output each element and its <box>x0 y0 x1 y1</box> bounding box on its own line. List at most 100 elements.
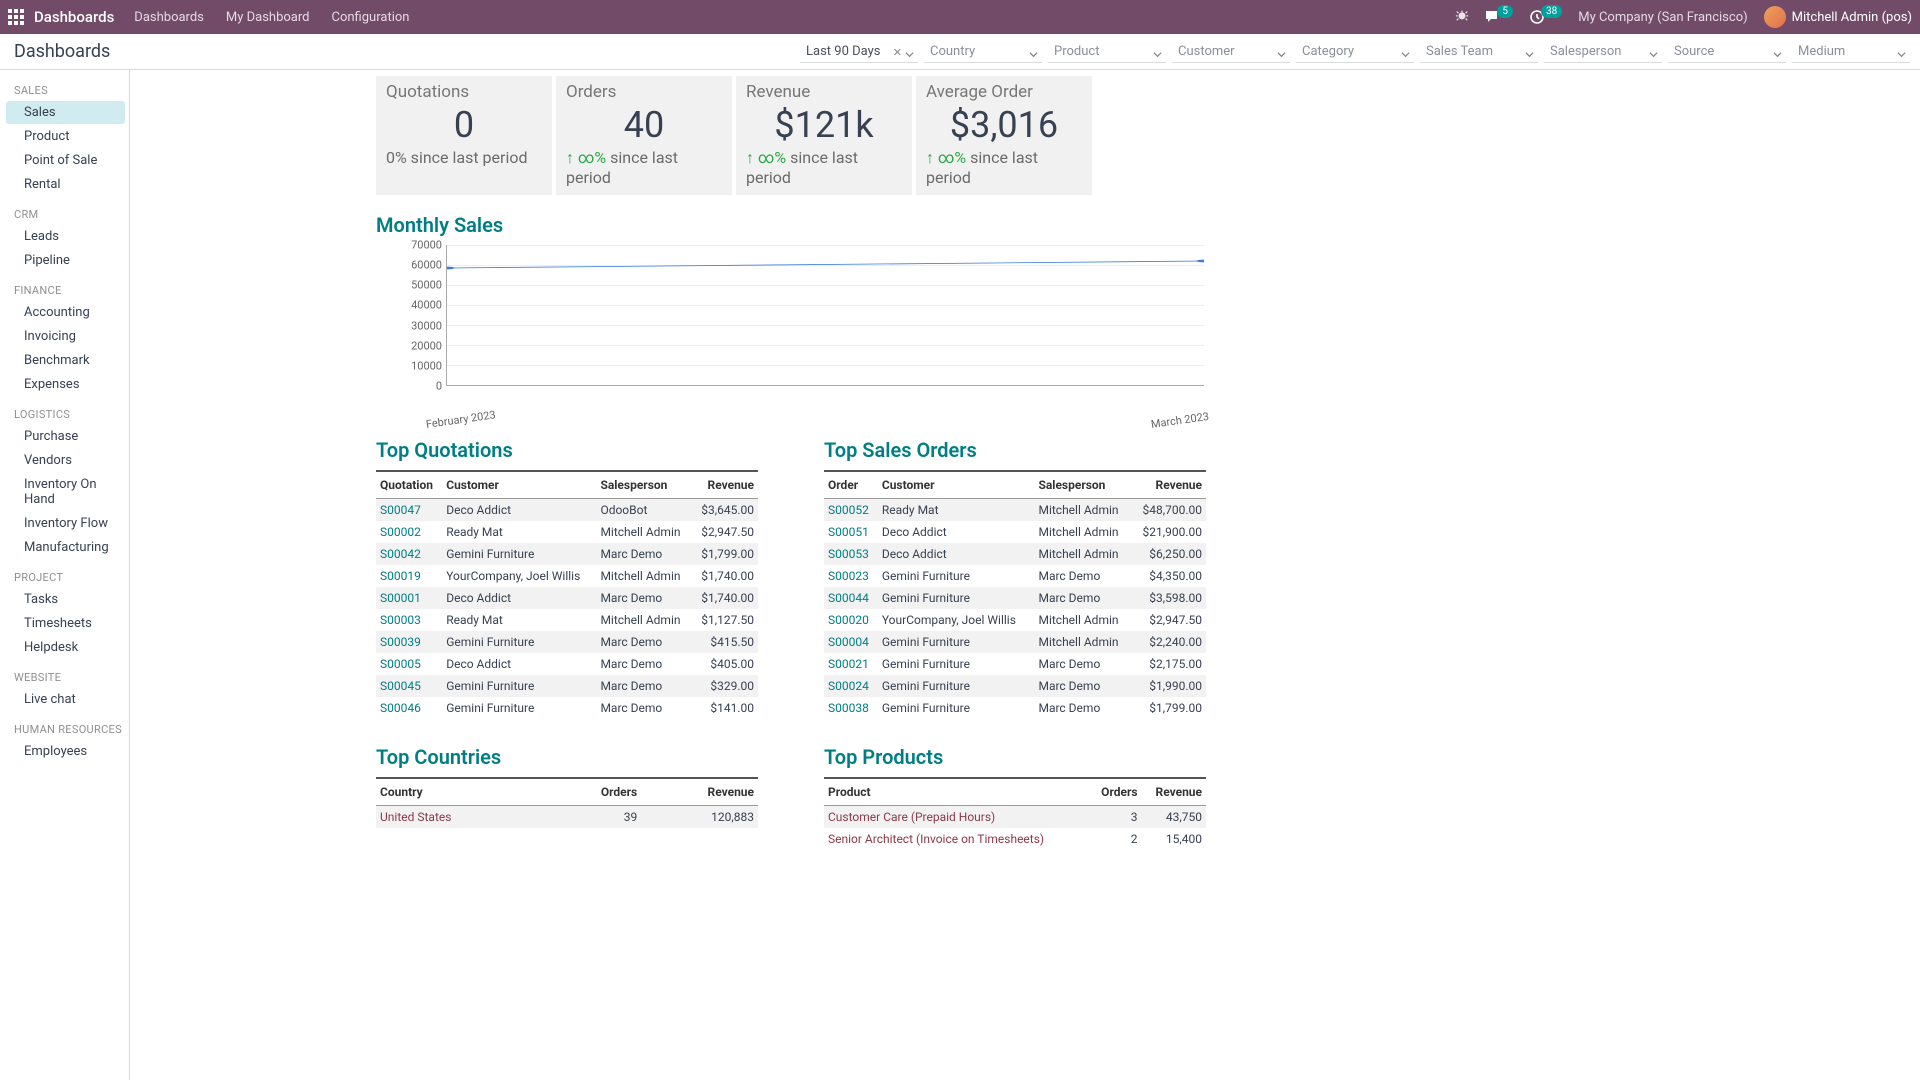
sidebar-item-timesheets[interactable]: Timesheets <box>6 612 125 635</box>
sidebar-item-point-of-sale[interactable]: Point of Sale <box>6 149 125 172</box>
filter-salesperson[interactable]: Salesperson <box>1544 41 1662 63</box>
table-row: S00023Gemini FurnitureMarc Demo$4,350.00 <box>824 565 1206 587</box>
table-header: Revenue <box>692 471 758 499</box>
sidebar-item-sales[interactable]: Sales <box>6 101 125 124</box>
table-row: S00038Gemini FurnitureMarc Demo$1,799.00 <box>824 697 1206 719</box>
record-link[interactable]: S00044 <box>828 591 869 605</box>
sidebar-item-inventory-flow[interactable]: Inventory Flow <box>6 512 125 535</box>
sidebar-item-inventory-on-hand[interactable]: Inventory On Hand <box>6 473 125 511</box>
section-title-top-countries: Top Countries <box>376 745 758 769</box>
record-link[interactable]: S00020 <box>828 613 869 627</box>
record-link[interactable]: S00042 <box>380 547 421 561</box>
nav-my-dashboard[interactable]: My Dashboard <box>226 10 310 25</box>
table-row: S00044Gemini FurnitureMarc Demo$3,598.00 <box>824 587 1206 609</box>
sidebar-item-purchase[interactable]: Purchase <box>6 425 125 448</box>
filter-product[interactable]: Product <box>1048 41 1166 63</box>
avatar <box>1764 6 1786 28</box>
sidebar-group-finance: FINANCE <box>14 284 125 297</box>
filter-customer[interactable]: Customer <box>1172 41 1290 63</box>
sidebar-item-benchmark[interactable]: Benchmark <box>6 349 125 372</box>
table-row: S00019YourCompany, Joel WillisMitchell A… <box>376 565 758 587</box>
section-title-monthly-sales: Monthly Sales <box>376 213 1206 237</box>
sidebar-item-expenses[interactable]: Expenses <box>6 373 125 396</box>
page-title: Dashboards <box>10 41 110 62</box>
record-link[interactable]: S00004 <box>828 635 869 649</box>
filter-sales-team[interactable]: Sales Team <box>1420 41 1538 63</box>
kpi-orders: Orders 40 ↑ ∞% since last period <box>556 76 732 195</box>
sidebar-item-helpdesk[interactable]: Helpdesk <box>6 636 125 659</box>
messages-icon[interactable]: 5 <box>1485 10 1513 24</box>
chevron-down-icon <box>1773 48 1782 63</box>
record-link[interactable]: S00019 <box>380 569 421 583</box>
sidebar-item-accounting[interactable]: Accounting <box>6 301 125 324</box>
nav-dashboards[interactable]: Dashboards <box>134 10 204 25</box>
record-link[interactable]: S00051 <box>828 525 869 539</box>
record-link[interactable]: S00024 <box>828 679 869 693</box>
filter-country[interactable]: Country <box>924 41 1042 63</box>
record-link[interactable]: S00021 <box>828 657 869 671</box>
filter-source[interactable]: Source <box>1668 41 1786 63</box>
table-row: S00001Deco AddictMarc Demo$1,740.00 <box>376 587 758 609</box>
company-selector[interactable]: My Company (San Francisco) <box>1578 10 1747 25</box>
record-link[interactable]: S00053 <box>828 547 869 561</box>
kpi-quotations: Quotations 0 0% since last period <box>376 76 552 195</box>
user-menu[interactable]: Mitchell Admin (pos) <box>1764 6 1912 28</box>
table-row: S00003Ready MatMitchell Admin$1,127.50 <box>376 609 758 631</box>
record-link[interactable]: S00023 <box>828 569 869 583</box>
chevron-down-icon <box>1649 48 1658 63</box>
sidebar-group-human-resources: HUMAN RESOURCES <box>14 723 125 736</box>
table-row: Customer Care (Prepaid Hours)343,750 <box>824 806 1206 829</box>
table-row: S00052Ready MatMitchell Admin$48,700.00 <box>824 499 1206 522</box>
top-countries-table: CountryOrdersRevenueUnited States39120,8… <box>376 777 758 828</box>
filter-period[interactable]: Last 90 Days✕ <box>800 41 918 63</box>
table-header: Revenue <box>1142 778 1206 806</box>
bug-icon[interactable] <box>1455 8 1469 26</box>
kpi-revenue: Revenue $121k ↑ ∞% since last period <box>736 76 912 195</box>
sidebar-item-pipeline[interactable]: Pipeline <box>6 249 125 272</box>
clear-icon[interactable]: ✕ <box>893 46 902 59</box>
monthly-sales-chart: 010000200003000040000500006000070000 Feb… <box>376 245 1206 410</box>
record-link[interactable]: S00047 <box>380 503 421 517</box>
section-title-top-products: Top Products <box>824 745 1206 769</box>
apps-icon[interactable] <box>8 9 24 25</box>
activity-badge: 38 <box>1541 5 1562 18</box>
sidebar-item-live-chat[interactable]: Live chat <box>6 688 125 711</box>
record-link[interactable]: S00001 <box>380 591 421 605</box>
sidebar-item-vendors[interactable]: Vendors <box>6 449 125 472</box>
kpi-delta: ↑ ∞% since last period <box>746 148 902 187</box>
record-link[interactable]: S00038 <box>828 701 869 715</box>
activity-icon[interactable]: 38 <box>1529 9 1562 25</box>
filter-category[interactable]: Category <box>1296 41 1414 63</box>
sidebar-item-employees[interactable]: Employees <box>6 740 125 763</box>
kpi-label: Quotations <box>386 82 542 102</box>
table-header: Revenue <box>641 778 758 806</box>
nav-configuration[interactable]: Configuration <box>332 10 410 25</box>
record-link[interactable]: Customer Care (Prepaid Hours) <box>828 810 995 824</box>
record-link[interactable]: S00003 <box>380 613 421 627</box>
kpi-value: 40 <box>566 104 722 146</box>
table-header: Orders <box>546 778 641 806</box>
table-row: S00005Deco AddictMarc Demo$405.00 <box>376 653 758 675</box>
record-link[interactable]: S00039 <box>380 635 421 649</box>
sidebar-item-manufacturing[interactable]: Manufacturing <box>6 536 125 559</box>
record-link[interactable]: S00005 <box>380 657 421 671</box>
filter-medium[interactable]: Medium <box>1792 41 1910 63</box>
record-link[interactable]: S00045 <box>380 679 421 693</box>
table-row: S00039Gemini FurnitureMarc Demo$415.50 <box>376 631 758 653</box>
sidebar-item-rental[interactable]: Rental <box>6 173 125 196</box>
sidebar-item-invoicing[interactable]: Invoicing <box>6 325 125 348</box>
record-link[interactable]: United States <box>380 810 451 824</box>
kpi-row: Quotations 0 0% since last period Orders… <box>376 76 1206 195</box>
record-link[interactable]: S00046 <box>380 701 421 715</box>
chevron-down-icon <box>1401 48 1410 63</box>
record-link[interactable]: Senior Architect (Invoice on Timesheets) <box>828 832 1044 846</box>
sidebar-item-product[interactable]: Product <box>6 125 125 148</box>
sidebar-item-leads[interactable]: Leads <box>6 225 125 248</box>
sidebar-group-project: PROJECT <box>14 571 125 584</box>
table-row: S00051Deco AddictMitchell Admin$21,900.0… <box>824 521 1206 543</box>
table-header: Quotation <box>376 471 442 499</box>
record-link[interactable]: S00002 <box>380 525 421 539</box>
table-row: Senior Architect (Invoice on Timesheets)… <box>824 828 1206 850</box>
record-link[interactable]: S00052 <box>828 503 869 517</box>
sidebar-item-tasks[interactable]: Tasks <box>6 588 125 611</box>
